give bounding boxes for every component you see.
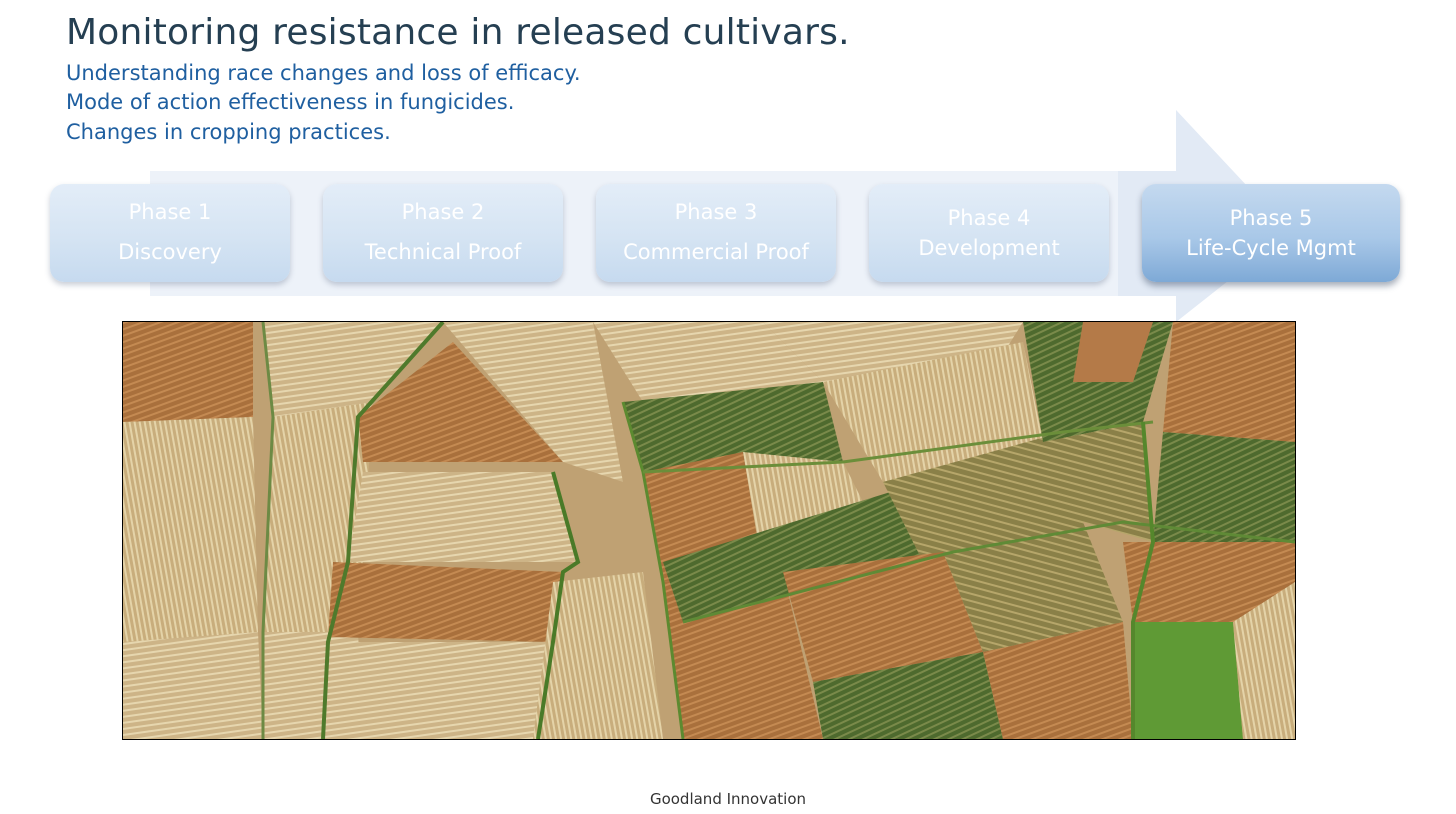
phase-name: Development — [918, 236, 1060, 260]
phase-name: Life-Cycle Mgmt — [1186, 236, 1356, 260]
phase-label: Phase 2 — [401, 200, 485, 224]
phase-name: Technical Proof — [364, 240, 522, 264]
phase-label: Phase 5 — [1229, 206, 1313, 230]
phase-name: Commercial Proof — [623, 240, 809, 264]
phase-label: Phase 3 — [674, 200, 758, 224]
bullet-3: Changes in cropping practices. — [66, 120, 391, 144]
phase-3-box[interactable]: Phase 3 Commercial Proof — [596, 184, 836, 282]
phase-label: Phase 4 — [947, 206, 1031, 230]
aerial-farmland-image — [122, 321, 1296, 740]
phase-1-box[interactable]: Phase 1 Discovery — [50, 184, 290, 282]
bullet-2: Mode of action effectiveness in fungicid… — [66, 90, 515, 114]
phase-2-box[interactable]: Phase 2 Technical Proof — [323, 184, 563, 282]
bullet-1: Understanding race changes and loss of e… — [66, 61, 581, 85]
phase-name: Discovery — [118, 240, 222, 264]
phase-5-box[interactable]: Phase 5 Life-Cycle Mgmt — [1142, 184, 1400, 282]
phase-label: Phase 1 — [128, 200, 212, 224]
footer-text: Goodland Innovation — [649, 790, 807, 808]
phase-4-box[interactable]: Phase 4 Development — [869, 184, 1109, 282]
slide-title: Monitoring resistance in released cultiv… — [66, 12, 850, 53]
